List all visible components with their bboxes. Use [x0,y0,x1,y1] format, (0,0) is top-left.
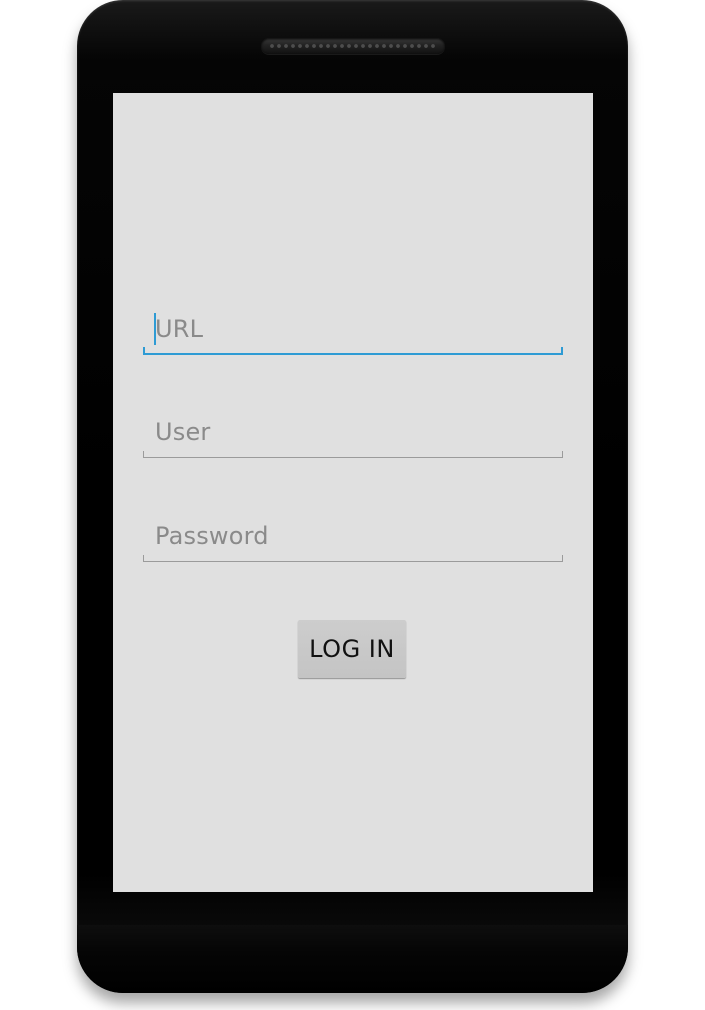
url-field-hint: URL [155,315,204,343]
password-field-hint: Password [155,522,269,550]
url-field-underline [143,347,563,355]
phone-chin [77,925,628,993]
url-field[interactable]: URL [143,303,563,355]
password-field[interactable]: Password [143,510,563,562]
user-field[interactable]: User [143,406,563,458]
app-screen: URL User Password LOG IN [113,93,593,892]
earpiece-speaker-icon [261,38,445,54]
user-field-underline [143,451,563,458]
password-field-underline [143,555,563,562]
login-button[interactable]: LOG IN [298,620,406,678]
user-field-hint: User [155,418,211,446]
